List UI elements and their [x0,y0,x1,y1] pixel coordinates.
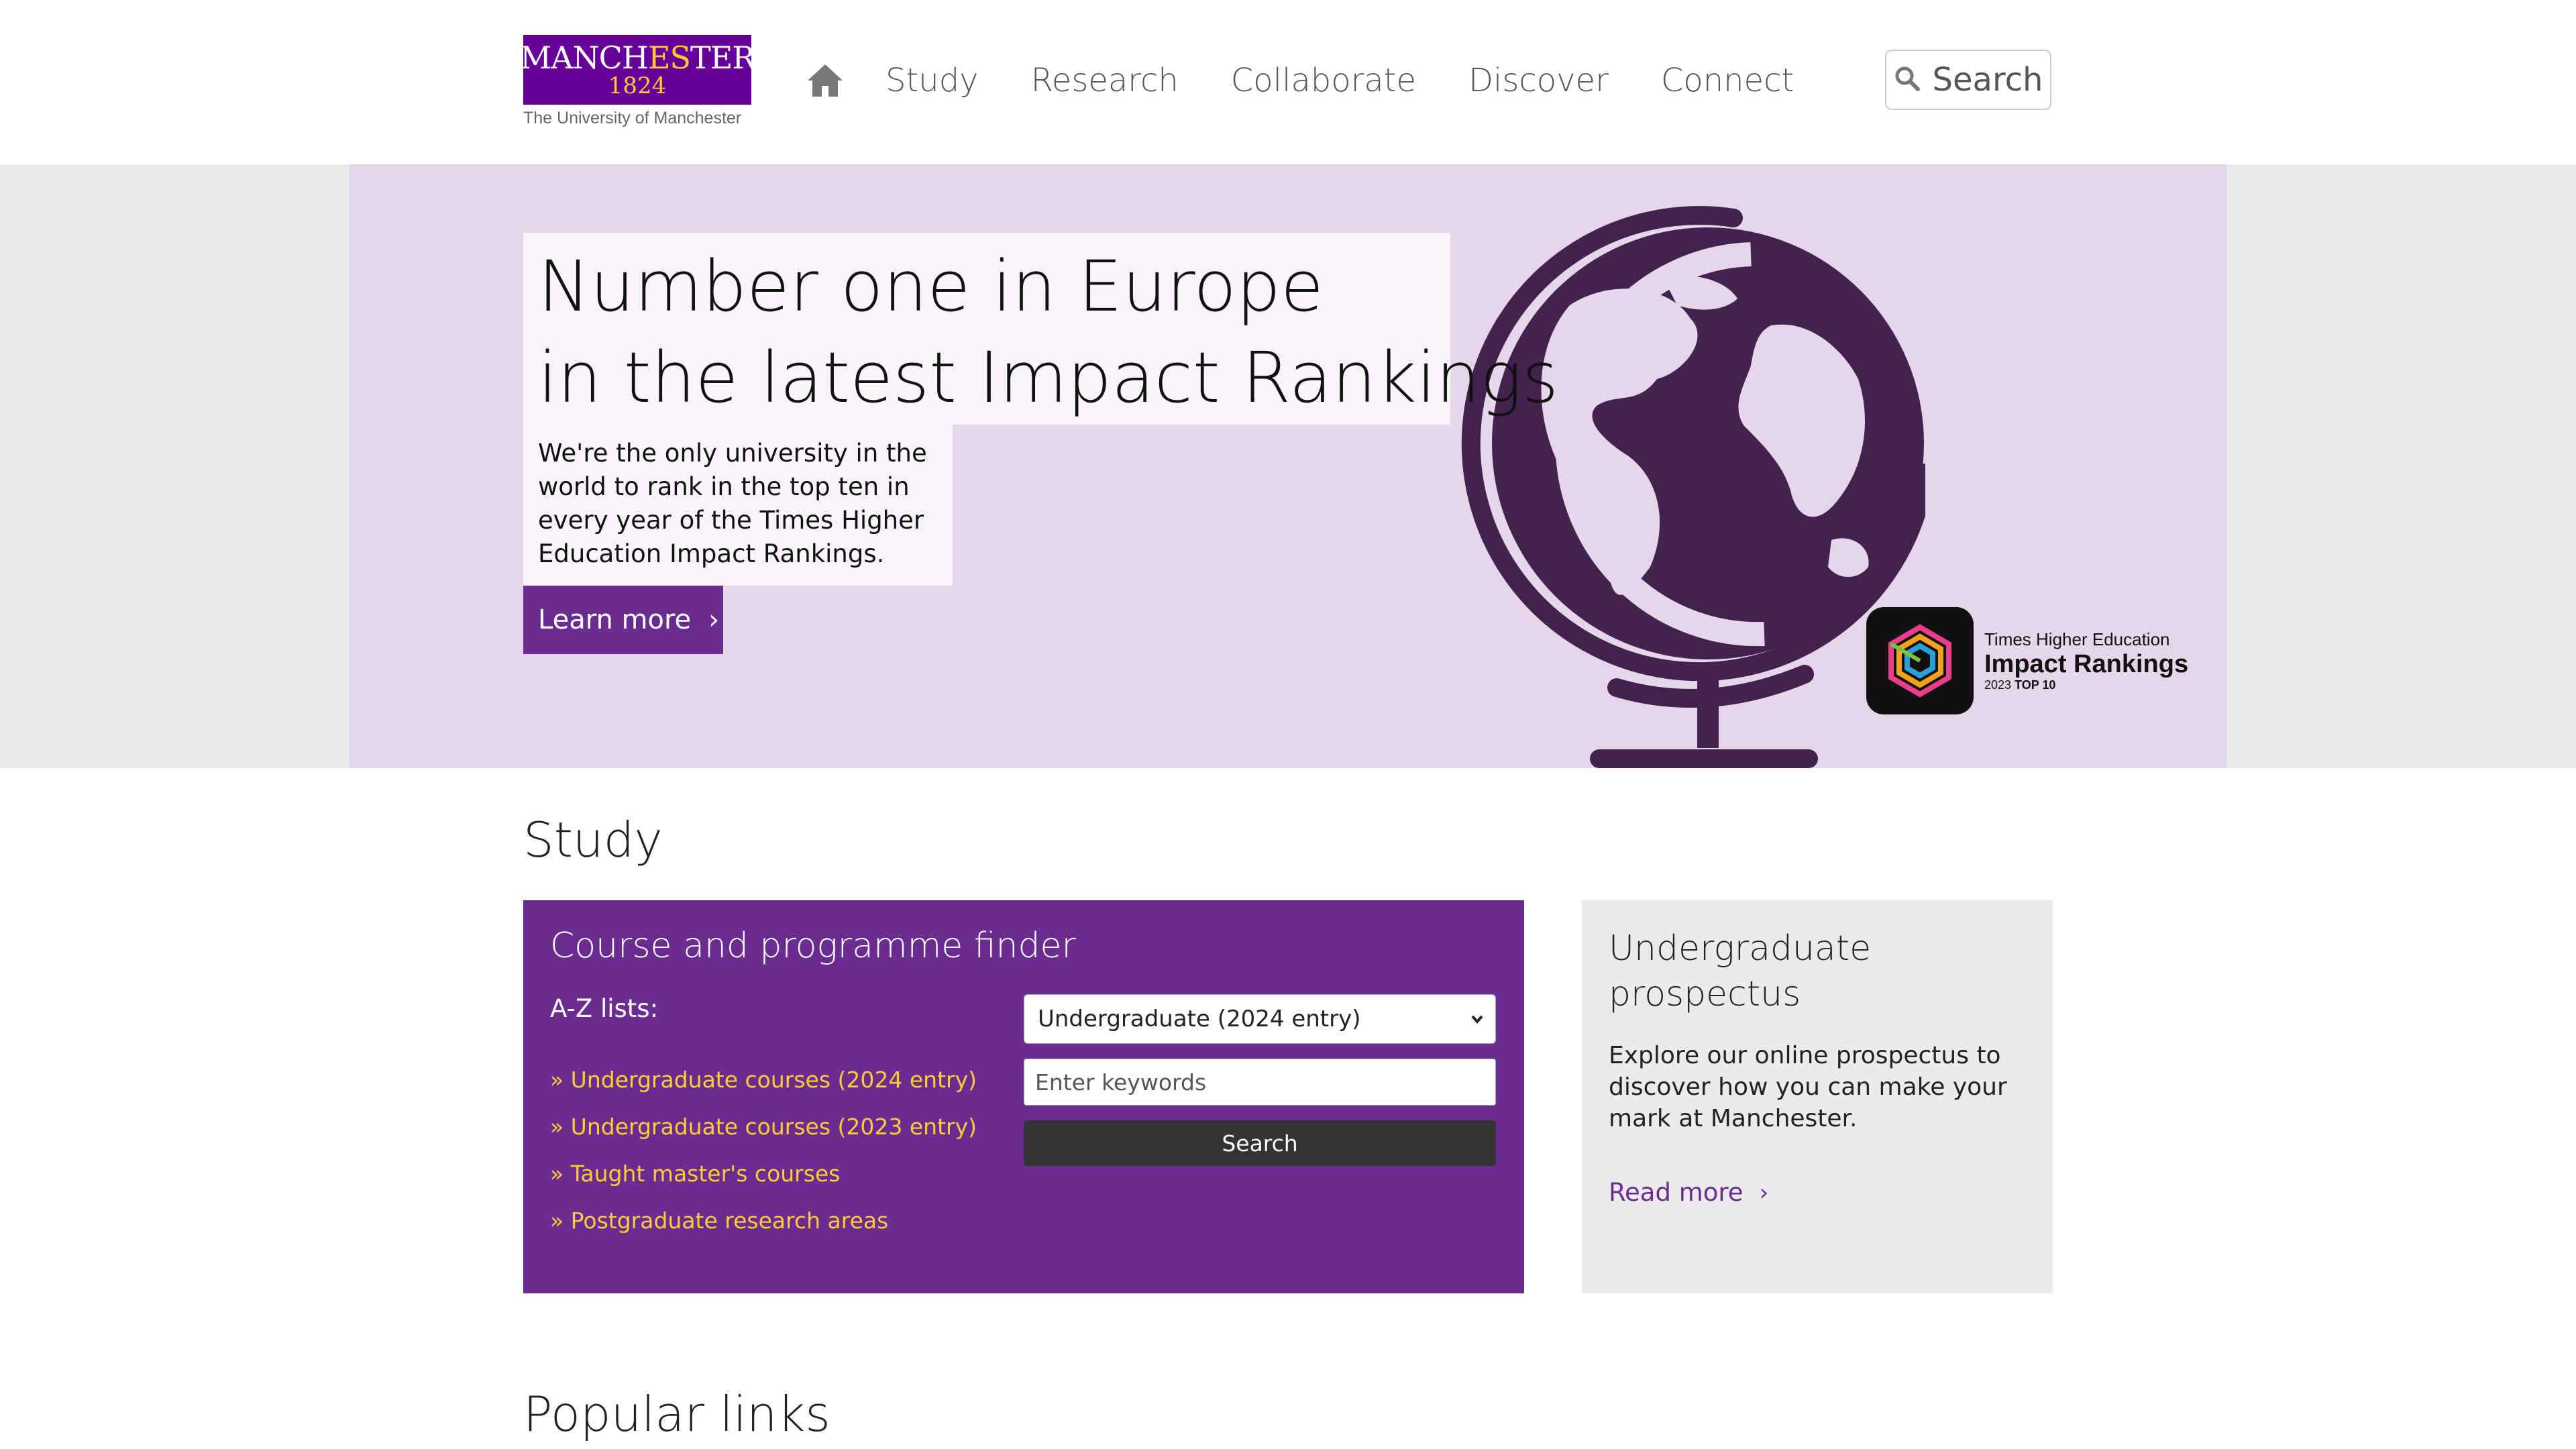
hero-banner: Number one in Europe in the latest Impac… [349,164,2227,768]
keywords-input[interactable] [1024,1059,1496,1106]
nav-collaborate[interactable]: Collaborate [1231,62,1416,99]
chevron-right-icon: › [708,604,720,635]
logo-subtitle: The University of Manchester [523,109,742,127]
az-lists-label: A-Z lists: [550,994,659,1023]
learn-more-button[interactable]: Learn more › [523,586,723,654]
hero-description-box: We're the only university in the world t… [523,425,953,586]
chevron-right-icon: › [1759,1179,1769,1206]
course-finder-title: Course and programme finder [550,926,1076,966]
nav-study[interactable]: Study [885,62,979,99]
site-header: MANCHESTER 1824 The University of Manche… [0,0,2576,164]
header-search-label: Search [1932,61,2043,99]
impact-rankings-badge: Times Higher Education Impact Rankings 2… [1866,607,2188,714]
course-level-select[interactable]: Undergraduate (2024 entry) [1024,994,1496,1044]
header-search-button[interactable]: Search [1885,50,2051,110]
nav-connect[interactable]: Connect [1661,62,1794,99]
impact-rankings-logo-icon [1866,607,1974,714]
badge-text: Times Higher Education Impact Rankings 2… [1984,629,2188,692]
nav-discover[interactable]: Discover [1468,62,1609,99]
prospectus-title: Undergraduate prospectus [1609,928,1872,1014]
learn-more-label: Learn more [538,604,692,635]
badge-rank: TOP 10 [2015,678,2056,692]
link-undergraduate-2024[interactable]: » Undergraduate courses (2024 entry) [550,1067,977,1114]
page: MANCHESTER 1824 The University of Manche… [0,0,2576,1449]
badge-line-3: 2023 TOP 10 [1984,678,2188,692]
hero-description: We're the only university in the world t… [538,439,927,568]
university-logo[interactable]: MANCHESTER 1824 The University of Manche… [520,35,755,128]
read-more-link[interactable]: Read more › [1609,1178,1768,1207]
course-level-select-value: Undergraduate (2024 entry) [1038,1006,1361,1032]
logo-year: 1824 [608,72,667,99]
link-undergraduate-2023[interactable]: » Undergraduate courses (2023 entry) [550,1114,977,1161]
prospectus-text: Explore our online prospectus to discove… [1609,1042,2007,1132]
hero-title-box: Number one in Europe in the latest Impac… [523,233,1558,425]
home-icon[interactable] [805,60,845,101]
study-heading: Study [523,812,663,868]
logo-mark: MANCHESTER 1824 [520,35,755,105]
link-postgraduate-research[interactable]: » Postgraduate research areas [550,1208,977,1254]
link-taught-masters[interactable]: » Taught master's courses [550,1161,977,1208]
main-nav: Study Research Collaborate Discover Conn… [805,54,1846,107]
search-icon [1894,65,1921,95]
read-more-label: Read more [1609,1178,1743,1207]
course-finder-panel: Course and programme finder A-Z lists: »… [523,900,1524,1293]
badge-year: 2023 [1984,678,2012,692]
prospectus-panel: Undergraduate prospectus Explore our onl… [1582,900,2053,1293]
badge-line-2: Impact Rankings [1984,650,2189,678]
nav-research[interactable]: Research [1031,62,1179,99]
chevron-down-icon [1470,1006,1485,1032]
globe-illustration [1456,205,1935,768]
hero-title-line-2: in the latest Impact Rankings [538,337,1558,419]
logo-wordmark: MANCHESTER [520,40,755,76]
hero-title-line-1: Number one in Europe [538,246,1324,327]
az-links-list: » Undergraduate courses (2024 entry) » U… [550,1067,977,1254]
course-search-button[interactable]: Search [1024,1120,1496,1166]
badge-line-1: Times Higher Education [1984,629,2170,649]
popular-links-heading: Popular links [523,1386,830,1442]
